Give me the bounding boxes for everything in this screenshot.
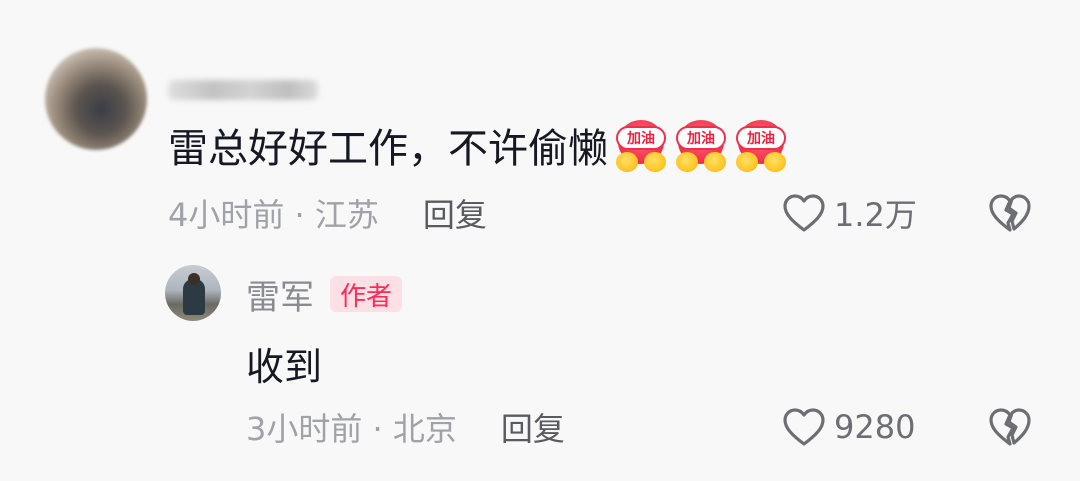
heart-icon [783,408,825,446]
commenter-username-blurred[interactable] [168,80,318,100]
emoji-label: 加油 [616,126,666,150]
like-button[interactable]: 1.2万 [782,193,917,234]
jiayou-emoji-icon: 加油 [614,118,668,172]
reply-meta: 3小时前 · 北京 回复 [246,404,565,450]
heart-icon [783,194,825,232]
broken-heart-icon[interactable] [988,193,1032,233]
jiayou-emoji-icon: 加油 [734,118,788,172]
like-count: 9280 [834,408,916,446]
reply-button[interactable]: 回复 [423,190,487,236]
author-name[interactable]: 雷军 [246,270,314,319]
author-badge: 作者 [330,276,403,312]
comment-time-location: 4小时前 · 江苏 [168,196,379,234]
jiayou-emoji-icon: 加油 [674,118,728,172]
like-button[interactable]: 9280 [782,407,915,447]
reply-body: 收到 [246,344,323,389]
comment-emojis: 加油 加油 加油 [614,118,788,172]
reply-header: 雷军 作者 [246,270,403,319]
comment-section: 雷总好好工作，不许偷懒 加油 加油 加油 4小时前 · 江苏 回复 1.2万 雷… [0,0,1080,481]
comment-meta: 4小时前 · 江苏 回复 [168,190,487,236]
broken-heart-icon[interactable] [988,407,1032,447]
commenter-avatar[interactable] [45,48,147,150]
emoji-label: 加油 [736,126,786,150]
reply-button[interactable]: 回复 [501,404,565,450]
author-avatar[interactable] [165,265,221,321]
reply-time-location: 3小时前 · 北京 [246,410,457,448]
emoji-label: 加油 [676,126,726,150]
like-count: 1.2万 [834,196,917,234]
comment-body: 雷总好好工作，不许偷懒 加油 加油 加油 [168,118,788,172]
comment-text: 雷总好好工作，不许偷懒 [168,126,608,172]
